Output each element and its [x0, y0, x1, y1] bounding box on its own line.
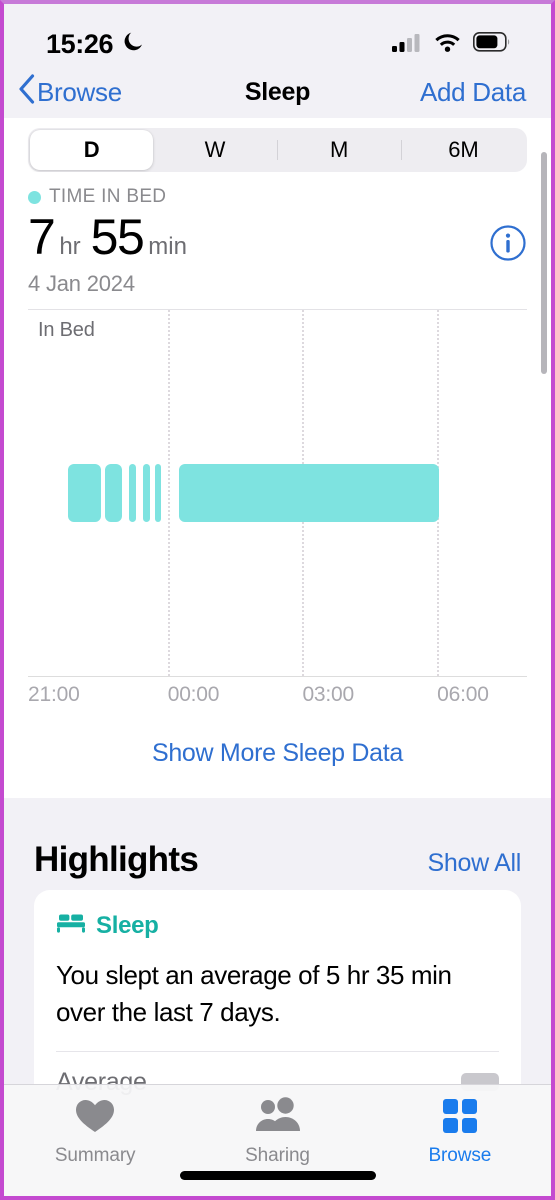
bed-icon	[56, 910, 86, 941]
wifi-icon	[433, 31, 462, 57]
sleep-bar-segment	[128, 463, 136, 523]
chart-container: In Bed 21:00 00:00 03:00 06:00	[4, 297, 551, 717]
highlights-header: Highlights Show All	[4, 826, 551, 890]
time-range-segmented-control[interactable]: D W M 6M	[28, 128, 527, 172]
tab-summary[interactable]: Summary	[4, 1097, 186, 1196]
metric-date: 4 Jan 2024	[28, 271, 135, 296]
navigation-bar: Browse Sleep Add Data	[4, 66, 551, 118]
chart-x-axis: 21:00 00:00 03:00 06:00	[28, 677, 527, 717]
chart-y-label: In Bed	[38, 319, 95, 341]
x-tick-label: 00:00	[167, 683, 220, 706]
phone-frame: 15:26 Browse Sleep Add Data D W M 6M TIM…	[0, 0, 555, 1200]
tab-sharing[interactable]: Sharing	[186, 1097, 368, 1196]
summary-block: TIME IN BED 7 hr 55 min 4 Jan 2024	[4, 172, 551, 297]
metric-minutes: 55	[90, 209, 145, 265]
crescent-moon-icon	[121, 30, 145, 59]
legend-dot-icon	[28, 190, 41, 204]
sleep-bar-segment	[155, 463, 161, 523]
vertical-scrollbar[interactable]	[541, 152, 547, 374]
segment-6m[interactable]: 6M	[402, 130, 525, 170]
segment-w[interactable]: W	[153, 130, 276, 170]
sleep-bar-segment	[105, 463, 122, 523]
info-circle-icon[interactable]	[489, 224, 527, 262]
segment-m[interactable]: M	[278, 130, 401, 170]
metric-value: 7 hr 55 min	[28, 212, 527, 262]
status-bar-clock: 15:26	[46, 28, 114, 59]
tab-sharing-label: Sharing	[245, 1145, 310, 1166]
back-button-label: Browse	[37, 76, 122, 107]
highlight-divider	[56, 1050, 499, 1052]
status-bar-left: 15:26	[46, 29, 145, 60]
home-indicator	[179, 1171, 376, 1180]
highlight-category-label: Sleep	[96, 911, 159, 939]
highlight-body-text: You slept an average of 5 hr 35 min over…	[56, 960, 452, 1027]
highlights-title: Highlights	[34, 840, 199, 879]
heart-icon	[74, 1097, 116, 1140]
metric-label: TIME IN BED	[49, 186, 167, 207]
sleep-bar-segment	[142, 463, 150, 523]
metric-minutes-unit: min	[148, 233, 187, 260]
grid-icon	[440, 1097, 480, 1140]
metric-hours: 7	[28, 209, 56, 265]
metric-hours-unit: hr	[59, 233, 81, 260]
chevron-left-icon	[18, 73, 35, 111]
x-tick-label: 03:00	[302, 683, 354, 706]
show-all-button[interactable]: Show All	[428, 849, 522, 878]
back-button[interactable]: Browse	[18, 73, 122, 111]
x-tick-label: 21:00	[28, 683, 80, 706]
show-more-sleep-data-link[interactable]: Show More Sleep Data	[4, 717, 551, 798]
segmented-control-wrap: D W M 6M	[4, 118, 551, 172]
highlight-category: Sleep	[56, 910, 499, 941]
tab-summary-label: Summary	[54, 1145, 136, 1166]
sleep-bar-segment	[178, 463, 440, 523]
sleep-bar-segment	[67, 463, 101, 523]
chart-gridline	[167, 310, 170, 676]
legend-row: TIME IN BED	[28, 186, 527, 208]
people-icon	[253, 1097, 301, 1140]
sleep-chart[interactable]: In Bed	[28, 309, 527, 677]
tab-bar: Summary Sharing Browse	[4, 1084, 551, 1196]
tab-browse-label: Browse	[428, 1145, 492, 1166]
add-data-button[interactable]: Add Data	[420, 77, 526, 108]
cellular-bars-icon	[392, 32, 422, 57]
status-bar-right	[392, 31, 515, 57]
battery-icon	[473, 31, 511, 57]
tab-browse[interactable]: Browse	[369, 1097, 551, 1196]
section-gap	[4, 798, 551, 826]
screen: 15:26 Browse Sleep Add Data D W M 6M TIM…	[4, 4, 551, 1196]
segment-d[interactable]: D	[30, 130, 154, 170]
scroll-content: D W M 6M TIME IN BED 7 hr 55 min 4 Jan 2…	[4, 118, 551, 1140]
status-bar: 15:26	[4, 4, 551, 66]
x-tick-label: 06:00	[437, 683, 489, 706]
